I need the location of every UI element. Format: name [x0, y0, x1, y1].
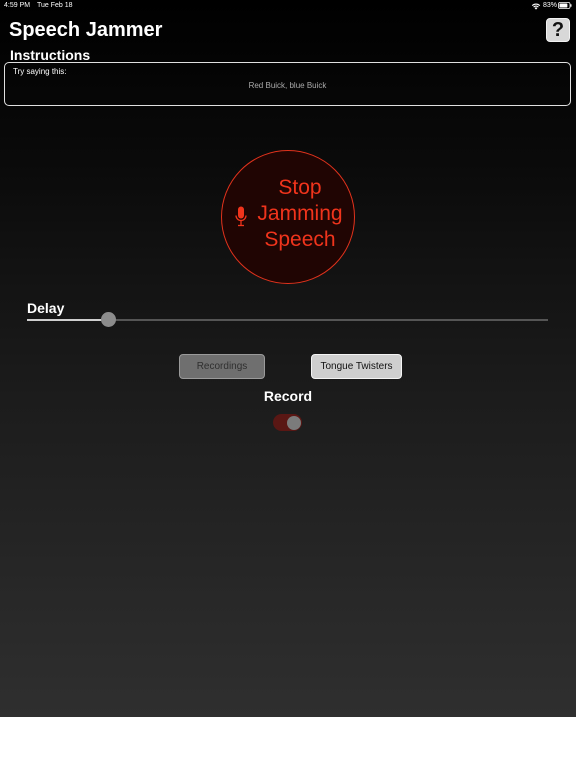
- jam-label-line: Jamming: [257, 202, 343, 225]
- jam-label-line: Stop: [278, 176, 322, 199]
- recordings-button[interactable]: Recordings: [179, 354, 265, 379]
- instructions-prompt: Try saying this:: [13, 67, 67, 76]
- app-screen: 4:59 PM Tue Feb 18 83% Speech Jammer ? I…: [0, 0, 576, 717]
- jam-button-label: Stop Jamming Speech: [250, 175, 350, 253]
- status-time: 4:59 PM: [4, 2, 31, 9]
- instructions-label: Instructions: [10, 47, 91, 63]
- help-button[interactable]: ?: [546, 18, 570, 42]
- tongue-twister-phrase: Red Buick, blue Buick: [248, 81, 327, 90]
- delay-slider[interactable]: [27, 312, 548, 327]
- record-toggle-knob: [287, 415, 301, 430]
- status-bar: 4:59 PM Tue Feb 18 83%: [0, 0, 576, 12]
- jam-label-line: Speech: [264, 228, 336, 251]
- instructions-box: Try saying this: Red Buick, blue Buick: [4, 62, 571, 106]
- battery-percent: 83%: [543, 2, 558, 9]
- battery-icon: [558, 2, 572, 9]
- delay-slider-fill: [27, 319, 108, 321]
- record-label: Record: [263, 388, 313, 404]
- microphone-icon: [235, 206, 247, 227]
- app-title: Speech Jammer: [9, 19, 163, 41]
- record-toggle[interactable]: [273, 414, 302, 431]
- tongue-twisters-button[interactable]: Tongue Twisters: [311, 354, 402, 379]
- stop-jamming-button[interactable]: Stop Jamming Speech: [221, 150, 355, 284]
- status-date: Tue Feb 18: [37, 2, 73, 9]
- delay-label: Delay: [27, 300, 65, 316]
- wifi-icon: [531, 3, 541, 10]
- delay-slider-thumb[interactable]: [100, 312, 116, 327]
